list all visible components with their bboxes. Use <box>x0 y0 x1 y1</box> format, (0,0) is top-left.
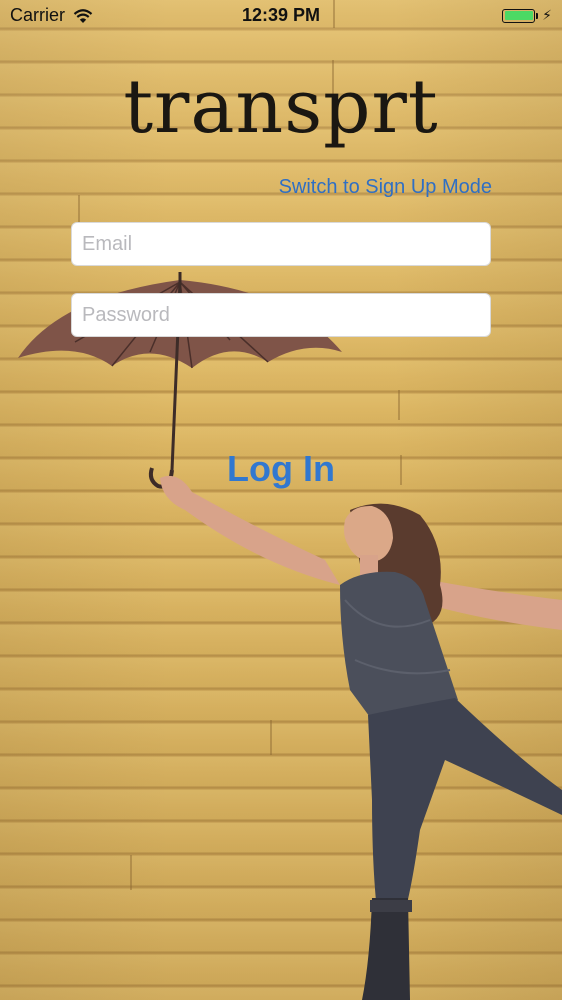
email-field[interactable] <box>71 222 491 266</box>
login-screen: Carrier 12:39 PM ⚡︎ transprt Switch to S… <box>0 0 562 1000</box>
status-time: 12:39 PM <box>241 5 321 25</box>
battery-level <box>504 11 533 20</box>
battery-icon: ⚡︎ <box>502 7 552 24</box>
status-bar: Carrier 12:39 PM ⚡︎ <box>0 0 562 32</box>
background-photo <box>18 272 562 1000</box>
password-field[interactable] <box>71 293 491 337</box>
app-logo-title: transprt <box>123 64 439 150</box>
login-button[interactable]: Log In <box>0 448 562 490</box>
bolt-icon: ⚡︎ <box>542 7 552 23</box>
switch-mode-button[interactable]: Switch to Sign Up Mode <box>279 176 492 199</box>
